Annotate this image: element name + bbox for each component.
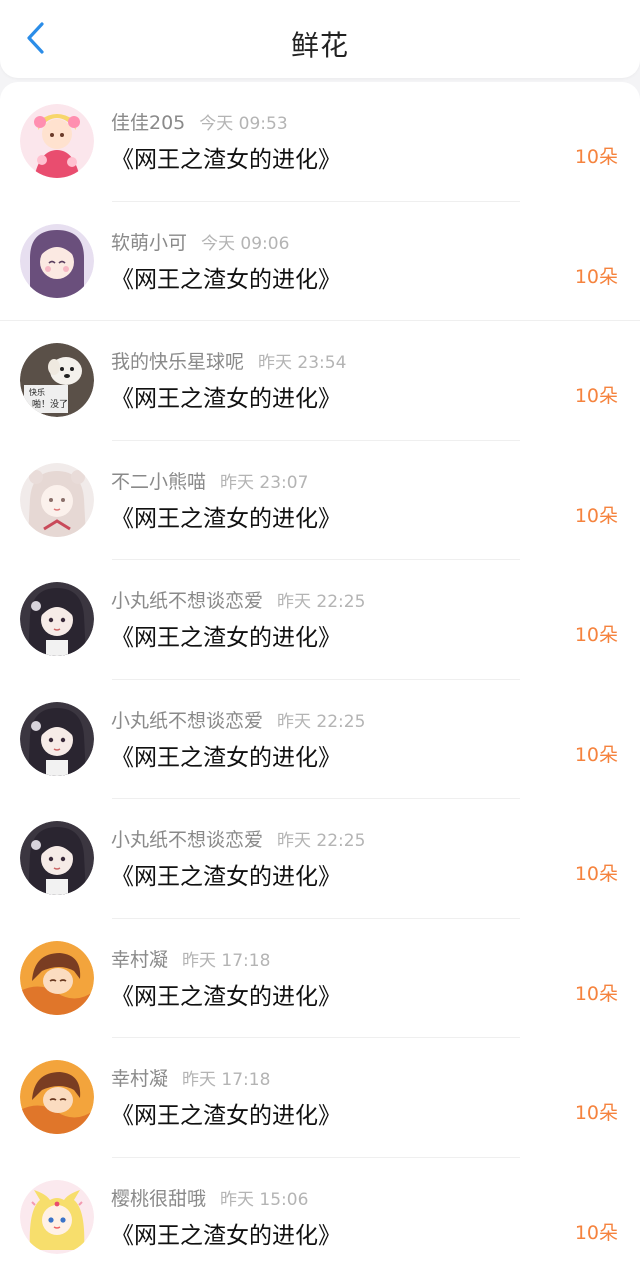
avatar[interactable] bbox=[20, 104, 94, 178]
username[interactable]: 小丸纸不想谈恋爱 bbox=[111, 590, 263, 612]
flower-amount: 10朵 bbox=[574, 982, 618, 1005]
flower-amount: 10朵 bbox=[574, 385, 618, 407]
timestamp: 今天 09:06 bbox=[201, 233, 290, 254]
list-item[interactable]: 小丸纸不想谈恋爱 昨天 22:25 《网王之渣女的进化》 10朵 bbox=[0, 680, 640, 800]
flower-amount: 10朵 bbox=[574, 504, 618, 527]
book-title[interactable]: 《网王之渣女的进化》 bbox=[111, 499, 341, 533]
username[interactable]: 小丸纸不想谈恋爱 bbox=[111, 829, 263, 851]
book-title[interactable]: 《网王之渣女的进化》 bbox=[111, 618, 341, 652]
username[interactable]: 软萌小可 bbox=[111, 232, 187, 254]
timestamp: 昨天 15:06 bbox=[220, 1189, 309, 1210]
list-item[interactable]: 软萌小可 今天 09:06 《网王之渣女的进化》 10朵 bbox=[0, 202, 640, 322]
avatar[interactable] bbox=[20, 582, 94, 656]
timestamp: 昨天 17:18 bbox=[182, 950, 271, 971]
timestamp: 昨天 22:25 bbox=[277, 831, 366, 851]
top-nav-bar: 鲜花 bbox=[0, 0, 640, 78]
list-item[interactable]: 小丸纸不想谈恋爱 昨天 22:25 《网王之渣女的进化》 10朵 bbox=[0, 560, 640, 680]
flower-amount: 10朵 bbox=[574, 1221, 618, 1244]
book-title[interactable]: 《网王之渣女的进化》 bbox=[111, 857, 341, 891]
list-item[interactable]: 樱桃很甜哦 昨天 15:06 《网王之渣女的进化》 10朵 bbox=[0, 1158, 640, 1268]
timestamp: 今天 09:53 bbox=[199, 114, 288, 134]
svg-text:快乐: 快乐 bbox=[29, 387, 45, 397]
flower-gift-list: 佳佳205 今天 09:53 《网王之渣女的进化》 10朵 软萌小可 今天 09:0… bbox=[0, 82, 640, 1268]
avatar[interactable] bbox=[20, 940, 94, 1015]
book-title[interactable]: 《网王之渣女的进化》 bbox=[111, 977, 341, 1011]
flower-amount: 10朵 bbox=[574, 265, 618, 288]
flower-amount: 10朵 bbox=[574, 624, 618, 646]
username[interactable]: 幸村凝 bbox=[111, 949, 168, 971]
avatar[interactable] bbox=[20, 462, 94, 537]
list-item[interactable]: 幸村凝 昨天 17:18 《网王之渣女的进化》 10朵 bbox=[0, 919, 640, 1039]
flower-amount: 10朵 bbox=[574, 863, 618, 885]
avatar[interactable]: 快乐 啪！没了 bbox=[20, 343, 94, 417]
username[interactable]: 幸村凝 bbox=[111, 1068, 168, 1090]
flower-amount: 10朵 bbox=[574, 743, 618, 766]
timestamp: 昨天 17:18 bbox=[182, 1070, 271, 1090]
avatar[interactable] bbox=[20, 1179, 94, 1254]
username[interactable]: 小丸纸不想谈恋爱 bbox=[111, 710, 263, 732]
username[interactable]: 不二小熊喵 bbox=[111, 471, 206, 493]
username[interactable]: 佳佳205 bbox=[111, 112, 185, 134]
book-title[interactable]: 《网王之渣女的进化》 bbox=[111, 1216, 341, 1250]
list-item[interactable]: 快乐 啪！没了 我的快乐星球呢 昨天 23:54 《网王之渣女的进化》 10朵 bbox=[0, 321, 640, 441]
avatar[interactable] bbox=[20, 1060, 94, 1134]
book-title[interactable]: 《网王之渣女的进化》 bbox=[111, 1096, 341, 1130]
avatar[interactable] bbox=[20, 223, 94, 298]
page-title: 鲜花 bbox=[290, 29, 349, 62]
list-item[interactable]: 幸村凝 昨天 17:18 《网王之渣女的进化》 10朵 bbox=[0, 1038, 640, 1158]
svg-text:啪！没了: 啪！没了 bbox=[32, 398, 68, 410]
flower-amount: 10朵 bbox=[574, 146, 618, 168]
list-item[interactable]: 不二小熊喵 昨天 23:07 《网王之渣女的进化》 10朵 bbox=[0, 441, 640, 561]
avatar[interactable] bbox=[20, 701, 94, 776]
list-item[interactable]: 小丸纸不想谈恋爱 昨天 22:25 《网王之渣女的进化》 10朵 bbox=[0, 799, 640, 919]
timestamp: 昨天 22:25 bbox=[277, 592, 366, 612]
username[interactable]: 樱桃很甜哦 bbox=[111, 1188, 206, 1210]
avatar[interactable] bbox=[20, 821, 94, 895]
book-title[interactable]: 《网王之渣女的进化》 bbox=[111, 140, 341, 174]
book-title[interactable]: 《网王之渣女的进化》 bbox=[111, 260, 341, 294]
flower-amount: 10朵 bbox=[574, 1102, 618, 1124]
timestamp: 昨天 23:54 bbox=[258, 353, 347, 373]
timestamp: 昨天 22:25 bbox=[277, 711, 366, 732]
timestamp: 昨天 23:07 bbox=[220, 472, 309, 493]
username[interactable]: 我的快乐星球呢 bbox=[111, 351, 244, 373]
book-title[interactable]: 《网王之渣女的进化》 bbox=[111, 379, 341, 413]
list-item[interactable]: 佳佳205 今天 09:53 《网王之渣女的进化》 10朵 bbox=[0, 82, 640, 202]
book-title[interactable]: 《网王之渣女的进化》 bbox=[111, 738, 341, 772]
